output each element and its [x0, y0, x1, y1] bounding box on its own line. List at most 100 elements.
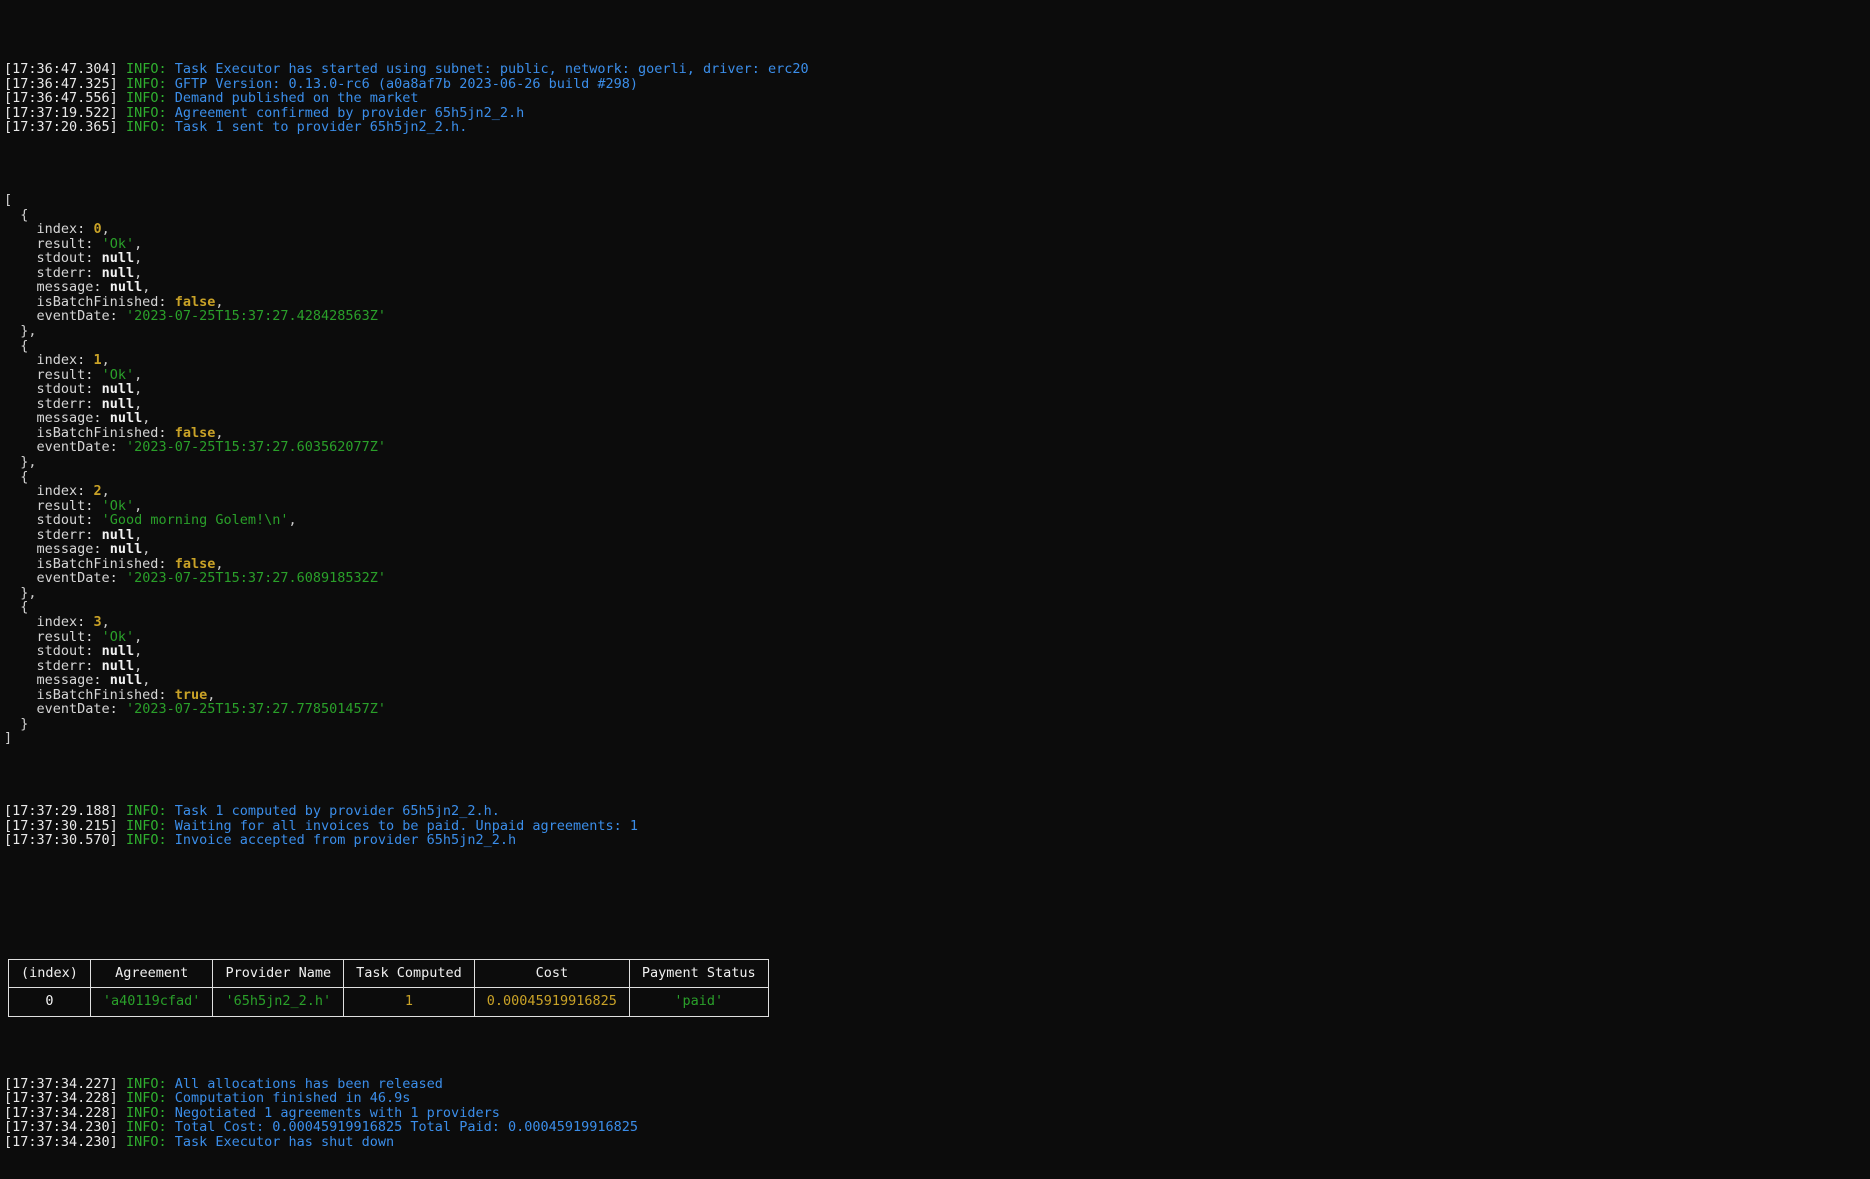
- log-message: Task 1 sent to provider 65h5jn2_2.h.: [174, 119, 468, 136]
- summary-table: (index) Agreement Provider Name Task Comput…: [8, 958, 769, 1017]
- json-value-eventdate: '2023-07-25T15:37:27.603562077Z': [125, 439, 387, 456]
- log-line: [17:37:20.365] INFO: Task 1 sent to prov…: [4, 120, 1870, 135]
- table-column-header: Task Computed: [343, 958, 475, 989]
- json-key-eventdate: eventDate:: [36, 439, 118, 456]
- json-value-index: 0: [93, 221, 102, 238]
- summary-table-head: (index) Agreement Provider Name Task Comput…: [8, 958, 769, 989]
- json-property: isBatchFinished: false,: [4, 557, 1870, 572]
- json-object-open-line: {: [4, 338, 1870, 354]
- json-property: stdout: null,: [4, 644, 1870, 659]
- json-key-eventdate: eventDate:: [36, 570, 118, 587]
- json-object-close-line: },: [4, 324, 1870, 339]
- json-object-close: }: [20, 715, 29, 732]
- json-property: stdout: null,: [4, 382, 1870, 397]
- log-level: INFO:: [125, 119, 167, 136]
- table-column-header: Cost: [473, 958, 630, 989]
- json-array-close: ]: [4, 730, 13, 747]
- table-row: 0'a40119cfad' '65h5jn2_2.h' 1 0.00045919916…: [8, 987, 769, 1017]
- table-column-header: Agreement: [89, 958, 214, 989]
- json-value-eventdate: '2023-07-25T15:37:27.778501457Z': [125, 701, 387, 718]
- log-lines-mid: [17:37:29.188] INFO: Task 1 computed by …: [4, 804, 1870, 848]
- json-property: message: null,: [4, 673, 1870, 688]
- json-property: index: 3,: [4, 615, 1870, 630]
- log-lines-top: [17:36:47.304] INFO: Task Executor has s…: [4, 62, 1870, 135]
- log-timestamp: [17:37:34.230]: [4, 1133, 118, 1150]
- json-property: result: 'Ok',: [4, 367, 1870, 383]
- log-line: [17:36:47.556] INFO: Demand published on…: [4, 91, 1870, 106]
- json-object-open-line: {: [4, 469, 1870, 485]
- log-line: [17:37:29.188] INFO: Task 1 computed by …: [4, 804, 1870, 819]
- json-value-eventdate: '2023-07-25T15:37:27.608918532Z': [125, 570, 387, 587]
- json-key-eventdate: eventDate:: [36, 308, 118, 325]
- json-object-close-line: }: [4, 717, 1870, 732]
- log-line: [17:37:34.228] INFO: Negotiated 1 agreem…: [4, 1106, 1870, 1121]
- json-property: eventDate: '2023-07-25T15:37:27.60356207…: [4, 440, 1870, 455]
- table-top-spacer: [4, 891, 1870, 898]
- json-object-close-line: },: [4, 586, 1870, 601]
- json-property: message: null,: [4, 280, 1870, 295]
- json-property: stdout: 'Good morning Golem!\n',: [4, 513, 1870, 528]
- json-property: index: 2,: [4, 484, 1870, 499]
- json-value-index: 3: [93, 613, 102, 630]
- json-property: eventDate: '2023-07-25T15:37:27.77850145…: [4, 702, 1870, 717]
- summary-table-wrapper: (index) Agreement Provider Name Task Comput…: [4, 957, 1870, 1019]
- json-property: stdout: null,: [4, 251, 1870, 266]
- cell-cost: 0.00045919916825: [473, 987, 630, 1017]
- json-property: message: null,: [4, 542, 1870, 557]
- json-value-eventdate: '2023-07-25T15:37:27.428428563Z': [125, 308, 387, 325]
- table-column-header: (index): [8, 958, 91, 989]
- table-column-header: Provider Name: [212, 958, 345, 989]
- json-property: result: 'Ok',: [4, 236, 1870, 252]
- cell-payment-status: 'paid': [628, 987, 769, 1017]
- json-array-open-line: [: [4, 193, 1870, 208]
- json-property: isBatchFinished: false,: [4, 426, 1870, 441]
- json-property: message: null,: [4, 411, 1870, 426]
- terminal-output: [17:36:47.304] INFO: Task Executor has s…: [0, 0, 1870, 1179]
- cell-index: 0: [8, 987, 91, 1017]
- log-message: Invoice accepted from provider 65h5jn2_2…: [174, 832, 517, 849]
- log-line: [17:36:47.304] INFO: Task Executor has s…: [4, 62, 1870, 77]
- json-array-open: [: [4, 192, 13, 209]
- log-level: INFO:: [125, 1133, 167, 1150]
- log-message: Task Executor has shut down: [174, 1133, 395, 1150]
- json-property: stderr: null,: [4, 527, 1870, 543]
- log-lines-bottom: [17:37:34.227] INFO: All allocations has…: [4, 1076, 1870, 1150]
- json-property: index: 1,: [4, 353, 1870, 368]
- json-property: index: 0,: [4, 222, 1870, 237]
- log-level: INFO:: [125, 832, 167, 849]
- cell-task-computed: 1: [343, 987, 475, 1017]
- log-line: [17:37:30.215] INFO: Waiting for all inv…: [4, 818, 1870, 834]
- cell-agreement: 'a40119cfad': [89, 987, 214, 1017]
- summary-table-body: 0'a40119cfad' '65h5jn2_2.h' 1 0.00045919916…: [8, 987, 769, 1017]
- log-line: [17:37:34.227] INFO: All allocations has…: [4, 1076, 1870, 1092]
- json-object-open-line: {: [4, 600, 1870, 615]
- json-value-index: 1: [93, 352, 102, 369]
- log-timestamp: [17:37:30.570]: [4, 832, 118, 849]
- json-property: eventDate: '2023-07-25T15:37:27.60891853…: [4, 571, 1870, 586]
- json-object-open-line: {: [4, 207, 1870, 223]
- log-line: [17:37:19.522] INFO: Agreement confirmed…: [4, 106, 1870, 121]
- json-property: eventDate: '2023-07-25T15:37:27.42842856…: [4, 309, 1870, 324]
- json-property: result: 'Ok',: [4, 629, 1870, 645]
- json-property: stderr: null,: [4, 658, 1870, 674]
- log-timestamp: [17:37:20.365]: [4, 119, 118, 136]
- json-property: result: 'Ok',: [4, 498, 1870, 514]
- json-property: isBatchFinished: false,: [4, 295, 1870, 310]
- log-line: [17:37:34.230] INFO: Task Executor has s…: [4, 1135, 1870, 1150]
- log-line: [17:37:34.230] INFO: Total Cost: 0.00045…: [4, 1120, 1870, 1135]
- json-object-close-line: },: [4, 455, 1870, 470]
- json-comma: ,: [288, 512, 297, 529]
- log-line: [17:36:47.325] INFO: GFTP Version: 0.13.…: [4, 76, 1870, 92]
- table-column-header: Payment Status: [628, 958, 769, 989]
- json-property: isBatchFinished: true,: [4, 687, 1870, 703]
- json-array-close-line: ]: [4, 731, 1870, 746]
- log-line: [17:37:30.570] INFO: Invoice accepted fr…: [4, 833, 1870, 848]
- json-property: stderr: null,: [4, 396, 1870, 412]
- json-key-eventdate: eventDate:: [36, 701, 118, 718]
- json-result-dump: [ { index: 0, result: 'Ok', stdout: null…: [4, 193, 1870, 746]
- json-value-index: 2: [93, 483, 102, 500]
- json-property: stderr: null,: [4, 266, 1870, 281]
- log-line: [17:37:34.228] INFO: Computation finishe…: [4, 1091, 1870, 1106]
- table-header-row: (index) Agreement Provider Name Task Comput…: [8, 958, 769, 989]
- cell-provider-name: '65h5jn2_2.h': [212, 987, 345, 1017]
